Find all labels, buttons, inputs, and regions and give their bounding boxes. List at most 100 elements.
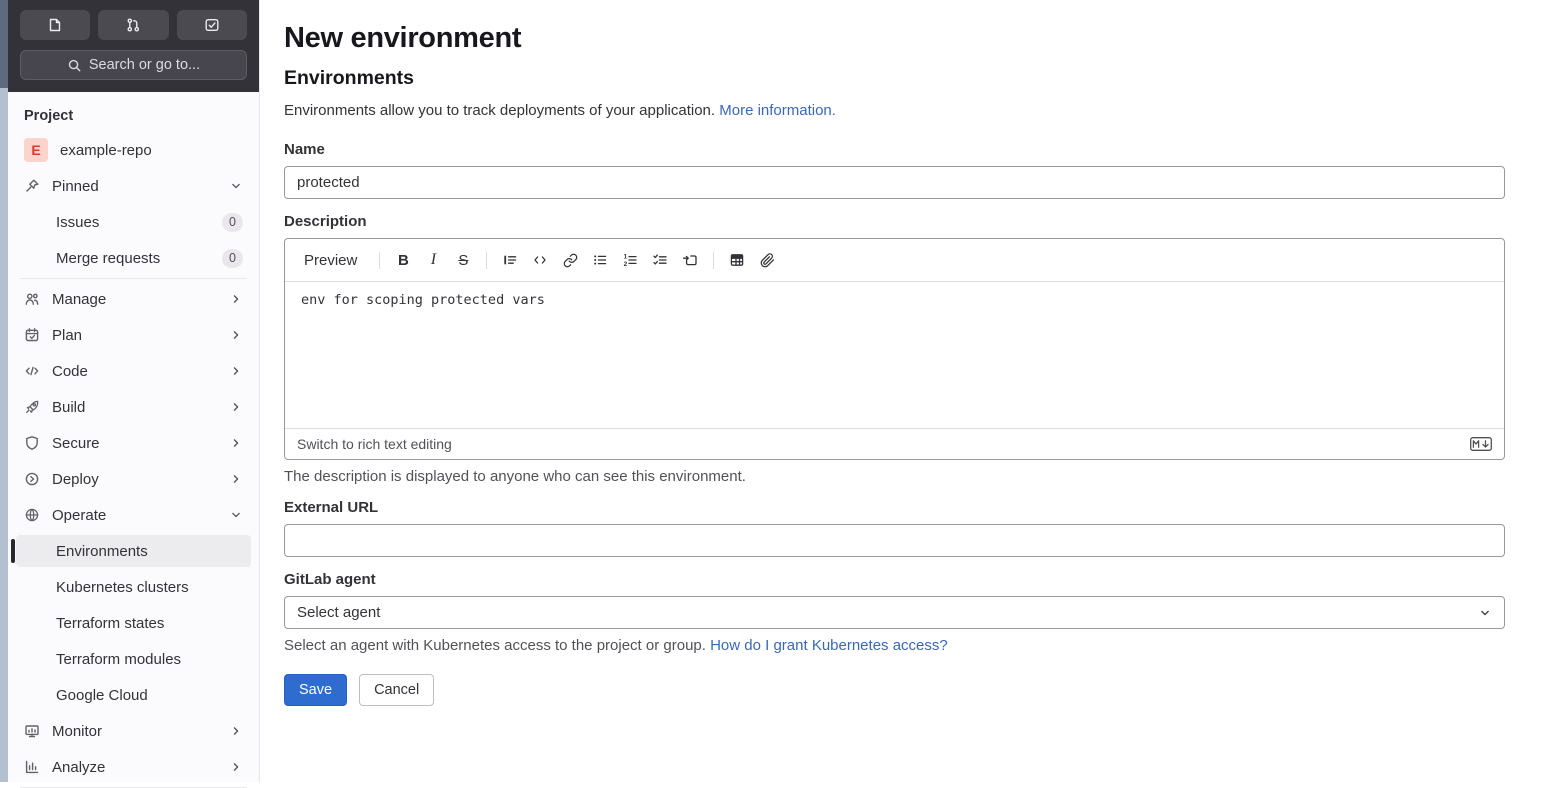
link-button[interactable] [556,247,584,273]
chevron-right-icon [229,724,243,738]
numbered-list-button[interactable]: 12 [616,247,644,273]
sidebar-item-code[interactable]: Code [16,355,251,387]
section-title: Environments [284,67,415,89]
description-textarea[interactable]: env for scoping protected vars [285,282,1504,428]
task-list-button[interactable] [646,247,674,273]
agent-select-value: Select agent [297,604,381,621]
users-icon [24,291,40,307]
external-url-field-label: External URL [284,499,379,516]
bullet-list-icon [592,252,608,268]
agent-select[interactable]: Select agent [284,596,1505,629]
issues-shortcut-button[interactable] [20,10,91,40]
sidebar-item-issues[interactable]: Issues 0 [16,206,251,238]
description-help-text: The description is displayed to anyone w… [284,468,746,485]
intro-text-body: Environments allow you to track deployme… [284,102,720,119]
toolbar-separator [379,251,381,269]
toolbar-separator [486,251,488,269]
italic-button[interactable]: I [419,247,447,273]
search-icon [67,58,82,73]
project-name: example-repo [60,141,152,159]
code-icon [24,363,40,379]
link-icon [563,253,578,268]
table-icon [729,252,745,268]
chevron-down-icon [1478,606,1492,620]
sidebar-item-label: Google Cloud [56,686,148,704]
sidebar-item-manage[interactable]: Manage [16,283,251,315]
bold-button[interactable]: B [389,247,417,273]
save-button[interactable]: Save [284,674,348,706]
svg-text:1: 1 [624,254,628,261]
issues-count-badge: 0 [222,212,243,232]
super-sidebar: Search or go to... Project E example-rep… [8,0,260,788]
sidebar-item-build[interactable]: Build [16,391,251,423]
sidebar-item-label: Kubernetes clusters [56,578,189,596]
code-button[interactable] [526,247,554,273]
bullet-list-button[interactable] [586,247,614,273]
switch-to-rich-text-link[interactable]: Switch to rich text editing [297,436,452,452]
merge-request-icon [125,17,141,33]
sidebar-item-monitor[interactable]: Monitor [16,715,251,747]
sidebar-item-environments[interactable]: Environments [11,535,251,567]
sidebar-item-kubernetes-clusters[interactable]: Kubernetes clusters [16,571,251,603]
intro-text: Environments allow you to track deployme… [284,102,1505,119]
preview-button[interactable]: Preview [296,247,365,273]
collapsible-section-button[interactable] [676,247,704,273]
sidebar-item-merge-requests[interactable]: Merge requests 0 [16,242,251,274]
sidebar-item-pinned[interactable]: Pinned [16,170,251,202]
sidebar-item-analyze[interactable]: Analyze [16,751,251,783]
window-edge-strip-top [0,0,8,88]
sidebar-item-label: Terraform modules [56,650,182,668]
cancel-button[interactable]: Cancel [359,674,435,706]
sidebar-item-label: Plan [52,326,83,344]
sidebar-item-terraform-states[interactable]: Terraform states [16,607,251,639]
sidebar-item-terraform-modules[interactable]: Terraform modules [16,643,251,675]
sidebar-item-label: Analyze [52,758,106,776]
sidebar-item-deploy[interactable]: Deploy [16,463,251,495]
todo-shortcut-button[interactable] [176,10,247,40]
sidebar-item-secure[interactable]: Secure [16,427,251,459]
attach-file-button[interactable] [753,247,781,273]
todo-check-icon [204,17,220,33]
sidebar-item-operate[interactable]: Operate [16,499,251,531]
more-information-link[interactable]: More information. [719,102,836,119]
name-input[interactable] [284,166,1505,199]
chevron-right-icon [229,400,243,414]
search-input[interactable]: Search or go to... [20,50,247,80]
sidebar-item-label: Terraform states [56,614,165,632]
collapsible-section-icon [682,252,698,268]
main-content: New environment Environments Environment… [260,0,1550,782]
sidebar-divider [20,278,247,279]
sidebar-item-label: Pinned [52,177,99,195]
chart-icon [24,759,40,775]
task-list-icon [652,252,668,268]
agent-help-text: Select an agent with Kubernetes access t… [284,637,1505,654]
kubernetes-access-link[interactable]: How do I grant Kubernetes access? [710,637,948,654]
page-title: New environment [284,22,522,54]
merge-requests-shortcut-button[interactable] [98,10,169,40]
sidebar-item-project[interactable]: E example-repo [16,134,251,166]
chevron-right-icon [229,472,243,486]
pin-icon [24,178,40,194]
sidebar-item-label: Build [52,398,86,416]
markdown-editor: Preview B I S 12 env for scoping protect… [284,238,1505,460]
sidebar-item-google-cloud[interactable]: Google Cloud [16,679,251,711]
svg-text:2: 2 [624,261,628,268]
globe-icon [24,507,40,523]
sidebar-item-label: Issues [56,213,100,231]
table-button[interactable] [723,247,751,273]
external-url-input[interactable] [284,524,1505,557]
quote-icon [502,252,518,268]
sidebar-item-label: Secure [52,434,100,452]
window-edge-strip [0,0,8,782]
form-actions: Save Cancel [284,674,1505,706]
sidebar-item-label: Code [52,362,88,380]
project-section-label: Project [24,108,74,124]
strikethrough-button[interactable]: S [449,247,477,273]
quote-button[interactable] [496,247,524,273]
sidebar-item-plan[interactable]: Plan [16,319,251,351]
chevron-right-icon [229,328,243,342]
numbered-list-icon: 12 [622,252,638,268]
rocket-icon [24,399,40,415]
markdown-icon [1470,437,1492,451]
sidebar-item-label: Merge requests [56,249,161,267]
